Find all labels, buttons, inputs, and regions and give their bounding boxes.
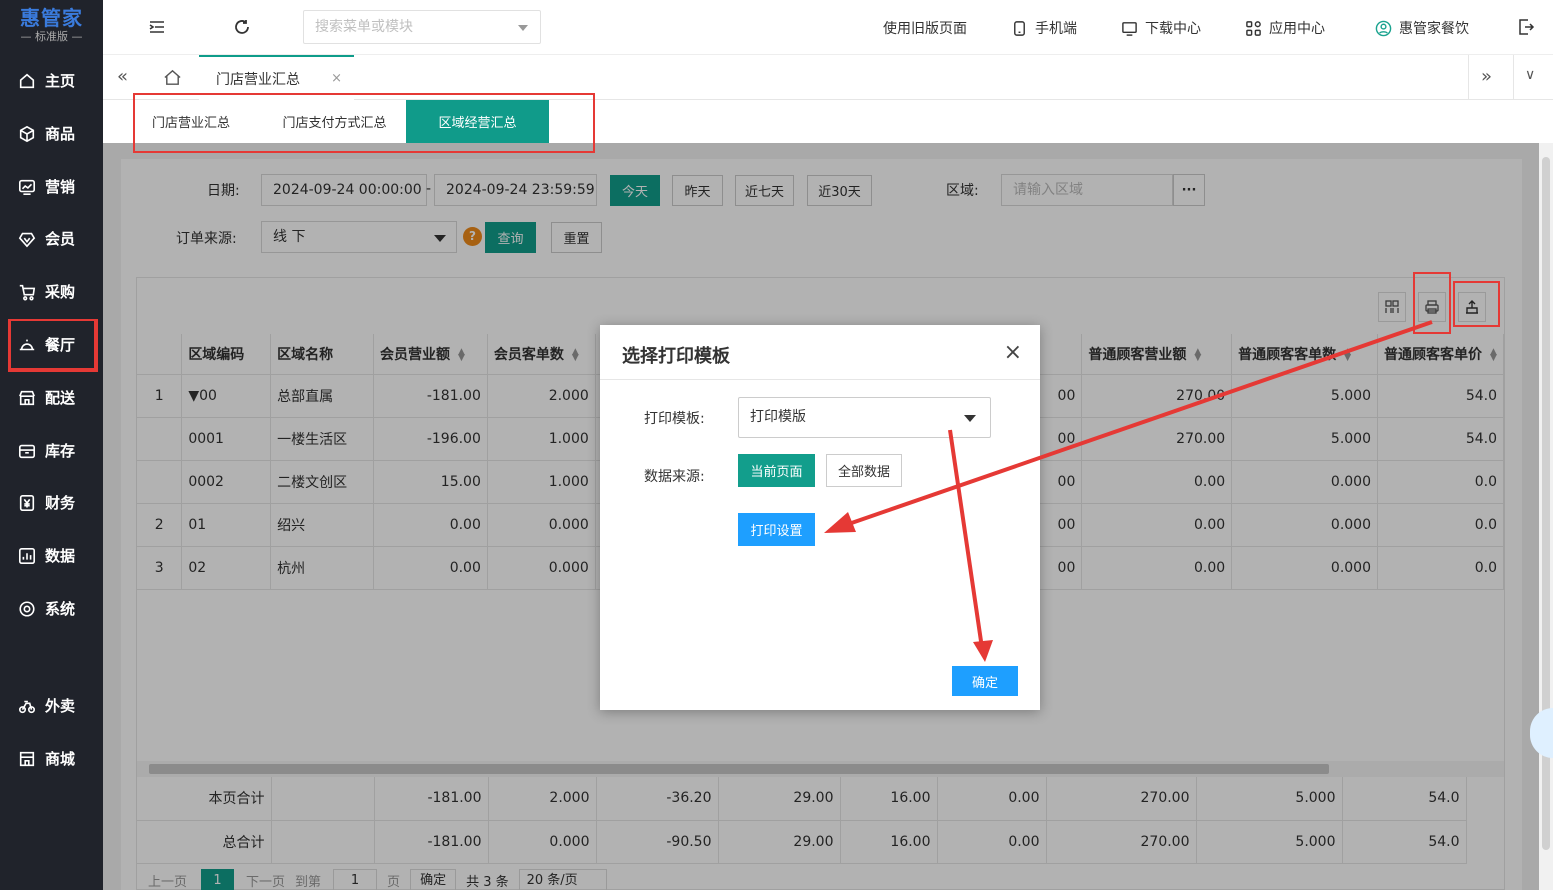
divider: [1513, 55, 1514, 100]
sidebar-item-label: 数据: [45, 547, 76, 565]
apps-icon: [1246, 20, 1261, 36]
sidebar-item-purchase[interactable]: 采购: [0, 265, 103, 318]
data-source-label: 数据来源:: [644, 469, 705, 485]
old-page-label: 使用旧版页面: [883, 21, 967, 37]
cube-icon: [19, 125, 35, 142]
print-settings-button[interactable]: 打印设置: [738, 513, 815, 546]
phone-icon: [1014, 20, 1025, 36]
sidebar-item-label: 营销: [45, 178, 76, 196]
home-tab-icon[interactable]: [163, 68, 182, 87]
sidebar: 惠管家 — 标准版 — 主页 商品 营销 会员 采购 餐厅 配送 库存 财务 数…: [0, 0, 103, 890]
sidebar-item-label: 库存: [45, 442, 76, 460]
sidebar-item-label: 系统: [45, 600, 76, 618]
mobile-label: 手机端: [1035, 21, 1077, 37]
logo-main: 惠管家: [20, 6, 83, 30]
yen-icon: [19, 494, 35, 511]
sidebar-item-finance[interactable]: 财务: [0, 476, 103, 529]
apps-label: 应用中心: [1269, 21, 1325, 37]
sidebar-item-label: 外卖: [45, 697, 76, 715]
box-icon: [18, 444, 36, 458]
logo-sub: — 标准版 —: [20, 30, 83, 43]
sidebar-item-member[interactable]: 会员: [0, 212, 103, 265]
template-select[interactable]: 打印模版: [738, 397, 991, 438]
cart-icon: [19, 284, 36, 300]
refresh-icon[interactable]: [233, 18, 251, 36]
sidebar-item-label: 商品: [45, 125, 76, 143]
close-icon[interactable]: ×: [331, 71, 342, 86]
home-icon: [19, 73, 35, 88]
sidebar-item-takeaway[interactable]: 外卖: [0, 679, 103, 732]
annotation-box-export: [1453, 281, 1500, 327]
search-input[interactable]: 搜索菜单或模块: [303, 10, 541, 44]
user-menu[interactable]: 惠管家餐饮: [1375, 18, 1469, 38]
chevron-down-icon: [964, 415, 976, 422]
all-data-button[interactable]: 全部数据: [826, 454, 902, 487]
menu-fold-icon[interactable]: [148, 18, 166, 36]
download-center-link[interactable]: 下载中心: [1121, 18, 1201, 38]
close-icon[interactable]: ×: [1004, 340, 1022, 365]
sidebar-item-delivery[interactable]: 配送: [0, 371, 103, 424]
old-page-link[interactable]: 使用旧版页面: [883, 18, 967, 38]
user-icon: [1375, 20, 1392, 36]
sidebar-item-label: 会员: [45, 230, 76, 248]
bike-icon: [18, 700, 36, 713]
sidebar-item-mall[interactable]: 商城: [0, 732, 103, 785]
tab-label: 门店营业汇总: [216, 71, 300, 88]
sidebar-item-goods[interactable]: 商品: [0, 107, 103, 160]
sidebar-item-label: 财务: [45, 494, 76, 512]
sidebar-item-home[interactable]: 主页: [0, 54, 103, 107]
template-value: 打印模版: [750, 409, 806, 425]
mobile-link[interactable]: 手机端: [1011, 18, 1077, 38]
sidebar-item-label: 配送: [45, 389, 76, 407]
ok-button[interactable]: 确定: [952, 666, 1018, 696]
chevron-down-icon[interactable]: ∨: [1525, 67, 1535, 83]
sidebar-item-marketing[interactable]: 营销: [0, 160, 103, 213]
logout-icon[interactable]: [1517, 18, 1535, 36]
monitor-icon: [1122, 21, 1137, 36]
tabs-scroll-left-icon[interactable]: «: [117, 66, 128, 87]
app-center-link[interactable]: 应用中心: [1245, 18, 1325, 38]
dialog-title: 选择打印模板: [622, 346, 730, 367]
sidebar-item-system[interactable]: 系统: [0, 582, 103, 635]
divider: [1468, 55, 1469, 100]
chevron-down-icon: [518, 25, 528, 31]
vertical-scrollbar[interactable]: [1539, 143, 1553, 890]
download-label: 下载中心: [1145, 21, 1201, 37]
tabs-scroll-right-icon[interactable]: »: [1481, 66, 1492, 87]
diamond-icon: [18, 232, 36, 247]
sidebar-item-label: 商城: [45, 750, 76, 768]
bar-chart-icon: [18, 547, 36, 564]
gear-icon: [19, 600, 35, 617]
current-page-button[interactable]: 当前页面: [738, 454, 815, 487]
sidebar-item-data[interactable]: 数据: [0, 529, 103, 582]
sidebar-item-label: 主页: [45, 72, 76, 90]
print-template-dialog: 选择打印模板 × 打印模板: 打印模版 数据来源: 当前页面 全部数据 打印设置…: [600, 325, 1040, 710]
template-label: 打印模板:: [644, 411, 705, 427]
top-bar: 搜索菜单或模块 使用旧版页面 手机端 下载中心 应用中心 惠管家餐饮: [103, 0, 1553, 55]
shop-icon: [19, 751, 35, 766]
user-name: 惠管家餐饮: [1399, 21, 1469, 37]
search-placeholder: 搜索菜单或模块: [315, 19, 413, 35]
sidebar-item-label: 采购: [45, 283, 76, 301]
divider: [600, 379, 1040, 380]
chart-screen-icon: [18, 179, 36, 195]
sidebar-item-stock[interactable]: 库存: [0, 424, 103, 477]
annotation-box-subtabs: [133, 93, 595, 153]
logo: 惠管家 — 标准版 —: [0, 0, 103, 52]
annotation-box-restaurant: [8, 319, 98, 372]
annotation-box-print: [1413, 272, 1451, 334]
store-icon: [19, 390, 35, 405]
